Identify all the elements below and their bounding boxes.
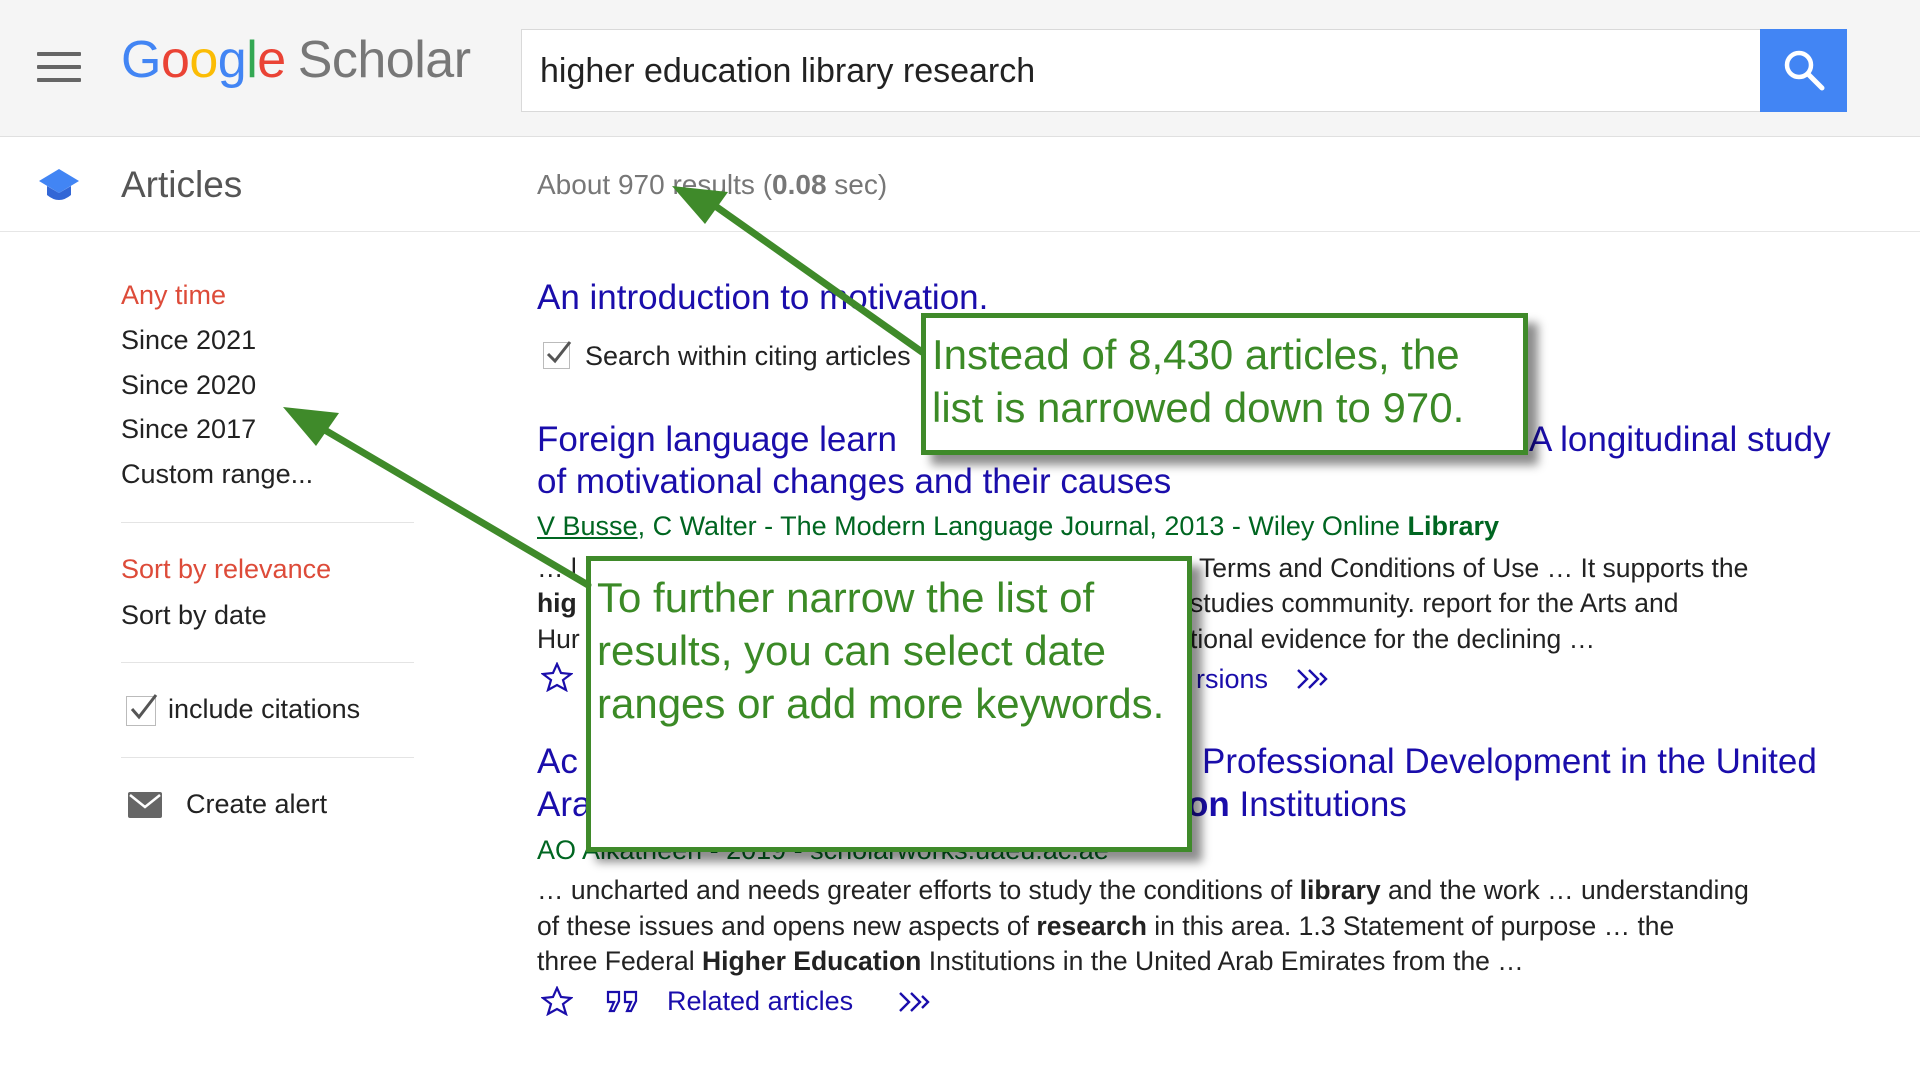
arrow-to-date-filters: [283, 407, 592, 589]
arrow-to-result-stats: [672, 186, 926, 356]
callout-arrows: [283, 186, 926, 589]
